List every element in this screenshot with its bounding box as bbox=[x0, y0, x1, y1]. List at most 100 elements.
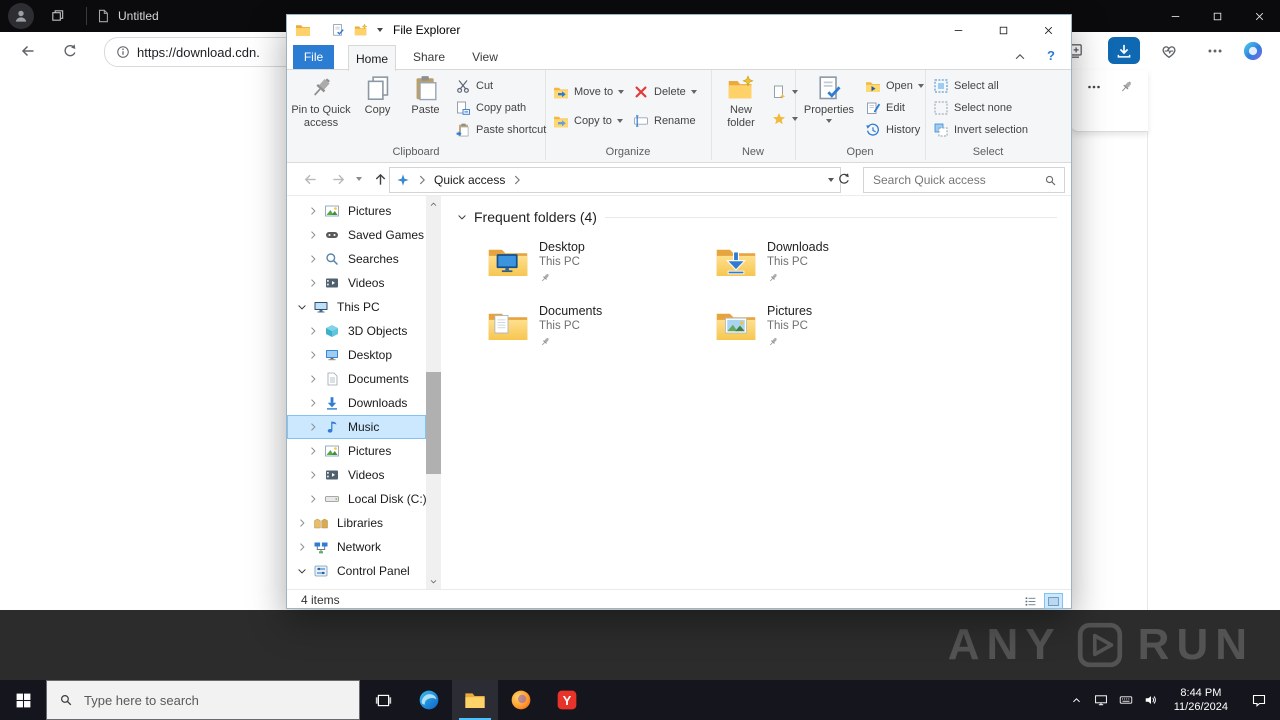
folder-tile-desktop[interactable]: Desktop This PC bbox=[487, 238, 701, 296]
nav-item-network[interactable]: Network bbox=[287, 535, 426, 559]
new-item-button[interactable] bbox=[771, 83, 798, 101]
copy-button[interactable]: Copy bbox=[355, 74, 400, 117]
browser-refresh-button[interactable] bbox=[58, 39, 82, 63]
collapse-ribbon-icon[interactable] bbox=[1013, 50, 1027, 64]
chevron-right-icon[interactable] bbox=[307, 349, 319, 361]
pin-to-quick-access-button[interactable]: Pin to Quick access bbox=[290, 74, 352, 130]
nav-item-desktop[interactable]: Desktop bbox=[287, 343, 426, 367]
chevron-right-icon[interactable] bbox=[510, 173, 524, 187]
nav-item-videos-pc[interactable]: Videos bbox=[287, 463, 426, 487]
taskbar-search-box[interactable] bbox=[46, 680, 360, 720]
folder-tile-downloads[interactable]: Downloads This PC bbox=[715, 238, 929, 296]
chevron-right-icon[interactable] bbox=[307, 325, 319, 337]
explorer-close-button[interactable] bbox=[1026, 15, 1071, 45]
chevron-right-icon[interactable] bbox=[307, 469, 319, 481]
nav-item-music[interactable]: Music bbox=[287, 415, 426, 439]
browser-back-button[interactable] bbox=[16, 39, 40, 63]
browser-tab[interactable]: Untitled bbox=[96, 0, 159, 32]
nav-item-control-panel[interactable]: Control Panel bbox=[287, 559, 426, 583]
large-icons-view-button[interactable] bbox=[1044, 593, 1063, 609]
breadcrumb-bar[interactable]: Quick access bbox=[389, 167, 841, 193]
chevron-right-icon[interactable] bbox=[307, 445, 319, 457]
settings-more-button[interactable] bbox=[1202, 38, 1228, 64]
nav-forward-button[interactable] bbox=[327, 168, 349, 190]
chevron-right-icon[interactable] bbox=[296, 517, 308, 529]
nav-item-downloads[interactable]: Downloads bbox=[287, 391, 426, 415]
details-view-button[interactable] bbox=[1021, 593, 1040, 609]
move-to-button[interactable]: Move to bbox=[553, 83, 625, 101]
window-close-button[interactable] bbox=[1238, 0, 1280, 32]
select-all-button[interactable]: Select all bbox=[933, 77, 999, 95]
chevron-right-icon[interactable] bbox=[307, 205, 319, 217]
nav-item-videos[interactable]: Videos bbox=[287, 271, 426, 295]
tab-home[interactable]: Home bbox=[348, 45, 396, 71]
nav-back-button[interactable] bbox=[299, 168, 321, 190]
nav-item-libraries[interactable]: Libraries bbox=[287, 511, 426, 535]
properties-qat-icon[interactable] bbox=[331, 23, 345, 37]
scrollbar-thumb[interactable] bbox=[426, 372, 441, 474]
volume-tray-button[interactable] bbox=[1139, 680, 1164, 720]
task-view-button[interactable] bbox=[360, 680, 406, 720]
nav-item-documents[interactable]: Documents bbox=[287, 367, 426, 391]
nav-item-pictures[interactable]: Pictures bbox=[287, 199, 426, 223]
copy-to-button[interactable]: Copy to bbox=[553, 112, 623, 130]
easy-access-button[interactable] bbox=[771, 110, 798, 128]
chevron-right-icon[interactable] bbox=[307, 373, 319, 385]
chevron-right-icon[interactable] bbox=[415, 173, 429, 187]
folder-icon[interactable] bbox=[295, 22, 311, 38]
scroll-up-button[interactable] bbox=[426, 196, 441, 212]
more-options-icon[interactable] bbox=[1086, 79, 1102, 95]
nav-item-3d-objects[interactable]: 3D Objects bbox=[287, 319, 426, 343]
hidden-icons-button[interactable] bbox=[1064, 680, 1089, 720]
refresh-button[interactable] bbox=[833, 168, 855, 190]
nav-item-pictures-pc[interactable]: Pictures bbox=[287, 439, 426, 463]
taskbar-app-file-explorer[interactable] bbox=[452, 680, 498, 720]
delete-button[interactable]: Delete bbox=[633, 83, 697, 101]
taskbar-app-firefox[interactable] bbox=[498, 680, 544, 720]
rename-button[interactable]: Rename bbox=[633, 112, 696, 130]
scroll-down-button[interactable] bbox=[426, 573, 441, 589]
action-center-button[interactable] bbox=[1238, 680, 1280, 720]
search-icon[interactable] bbox=[1044, 174, 1057, 187]
folder-tile-documents[interactable]: Documents This PC bbox=[487, 302, 701, 360]
taskbar-app-yandex[interactable]: Y bbox=[544, 680, 590, 720]
edit-button[interactable]: Edit bbox=[865, 99, 905, 117]
tab-view[interactable]: View bbox=[464, 45, 506, 69]
explorer-maximize-button[interactable] bbox=[981, 15, 1026, 45]
cut-button[interactable]: Cut bbox=[455, 77, 493, 95]
keyboard-tray-button[interactable] bbox=[1114, 680, 1139, 720]
paste-shortcut-button[interactable]: Paste shortcut bbox=[455, 121, 546, 139]
taskbar-search-input[interactable] bbox=[82, 691, 347, 709]
file-menu-button[interactable]: File bbox=[293, 45, 334, 69]
tab-share[interactable]: Share bbox=[406, 45, 452, 69]
taskbar-clock[interactable]: 8:44 PM 11/26/2024 bbox=[1164, 686, 1238, 714]
info-icon[interactable] bbox=[116, 45, 130, 59]
window-maximize-button[interactable] bbox=[1196, 0, 1238, 32]
nav-item-searches[interactable]: Searches bbox=[287, 247, 426, 271]
chevron-down-icon[interactable] bbox=[296, 301, 308, 313]
chevron-right-icon[interactable] bbox=[307, 421, 319, 433]
select-none-button[interactable]: Select none bbox=[933, 99, 1012, 117]
nav-item-this-pc[interactable]: This PC bbox=[287, 295, 426, 319]
qat-dropdown-icon[interactable] bbox=[377, 28, 383, 32]
chevron-down-icon[interactable] bbox=[456, 211, 468, 223]
pin-icon[interactable] bbox=[1118, 79, 1134, 95]
breadcrumb-location[interactable]: Quick access bbox=[434, 173, 505, 187]
taskbar-app-edge[interactable] bbox=[406, 680, 452, 720]
explorer-title-bar[interactable]: File Explorer bbox=[287, 15, 1071, 45]
copilot-button[interactable] bbox=[1240, 38, 1266, 64]
folder-tile-pictures[interactable]: Pictures This PC bbox=[715, 302, 929, 360]
recent-locations-button[interactable] bbox=[351, 168, 367, 190]
chevron-right-icon[interactable] bbox=[296, 541, 308, 553]
help-button[interactable]: ? bbox=[1047, 48, 1055, 63]
open-button[interactable]: Open bbox=[865, 77, 924, 95]
paste-button[interactable]: Paste bbox=[402, 74, 449, 117]
nav-item-local-disk-c[interactable]: Local Disk (C:) bbox=[287, 487, 427, 511]
nav-item-saved-games[interactable]: Saved Games bbox=[287, 223, 426, 247]
downloads-button[interactable] bbox=[1108, 37, 1140, 64]
nav-up-button[interactable] bbox=[369, 168, 391, 190]
window-restore-icon[interactable] bbox=[50, 8, 65, 23]
explorer-search-box[interactable] bbox=[863, 167, 1065, 193]
window-minimize-button[interactable] bbox=[1154, 0, 1196, 32]
copy-path-button[interactable]: Copy path bbox=[455, 99, 526, 117]
